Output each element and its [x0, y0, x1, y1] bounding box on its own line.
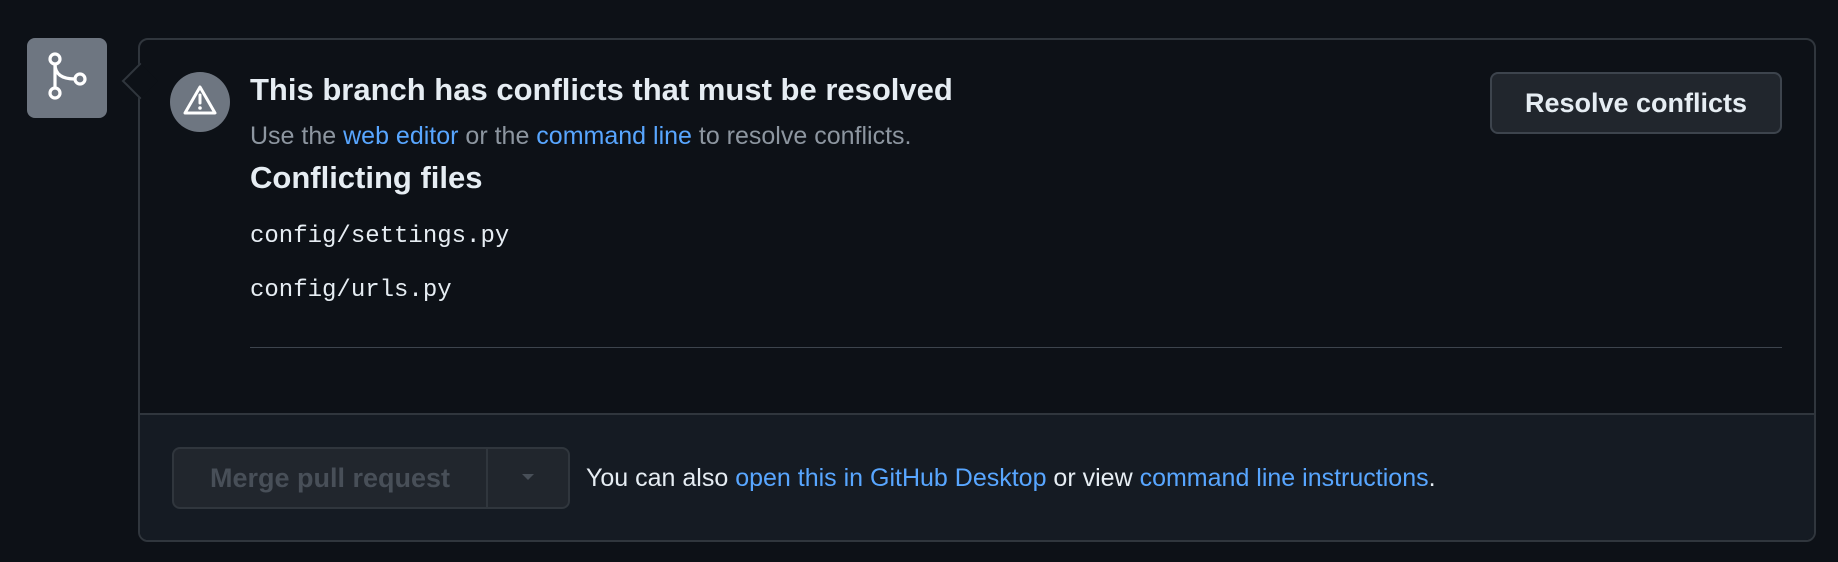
conflict-title: This branch has conflicts that must be r… [250, 72, 953, 107]
conflicting-file: config/urls.py [250, 277, 452, 304]
merge-box: This branch has conflicts that must be r… [121, 38, 1816, 542]
conflicting-file: config/settings.py [250, 223, 510, 250]
merge-footer: Merge pull request You can also open thi… [140, 413, 1814, 540]
warning-badge [170, 72, 230, 132]
merge-help-text: You can also open this in GitHub Desktop… [586, 464, 1436, 493]
command-line-link[interactable]: command line [536, 122, 692, 150]
web-editor-link[interactable]: web editor [343, 122, 458, 150]
branch-status-badge [27, 38, 107, 118]
conflicting-files-heading: Conflicting files [250, 160, 483, 195]
subtitle-suffix: to resolve conflicts. [691, 122, 912, 150]
subtitle-middle: or the [458, 122, 537, 150]
conflict-section: This branch has conflicts that must be r… [140, 40, 1814, 414]
conflict-subtitle: Use the web editor or the command line t… [250, 122, 911, 151]
also-suffix: . [1428, 464, 1436, 492]
also-middle: or view [1046, 464, 1140, 492]
git-merge-icon [45, 51, 89, 106]
merge-pull-request-button[interactable]: Merge pull request [174, 449, 488, 507]
triangle-down-icon [520, 469, 536, 487]
command-line-instructions-link[interactable]: command line instructions [1140, 464, 1429, 492]
resolve-conflicts-button[interactable]: Resolve conflicts [1490, 72, 1782, 134]
alert-triangle-icon [183, 85, 217, 120]
subtitle-prefix: Use the [250, 122, 344, 150]
also-prefix: You can also [586, 464, 736, 492]
merge-button-group: Merge pull request [172, 447, 570, 509]
section-divider [250, 347, 1782, 348]
github-desktop-link[interactable]: open this in GitHub Desktop [735, 464, 1046, 492]
merge-options-dropdown[interactable] [488, 449, 568, 507]
